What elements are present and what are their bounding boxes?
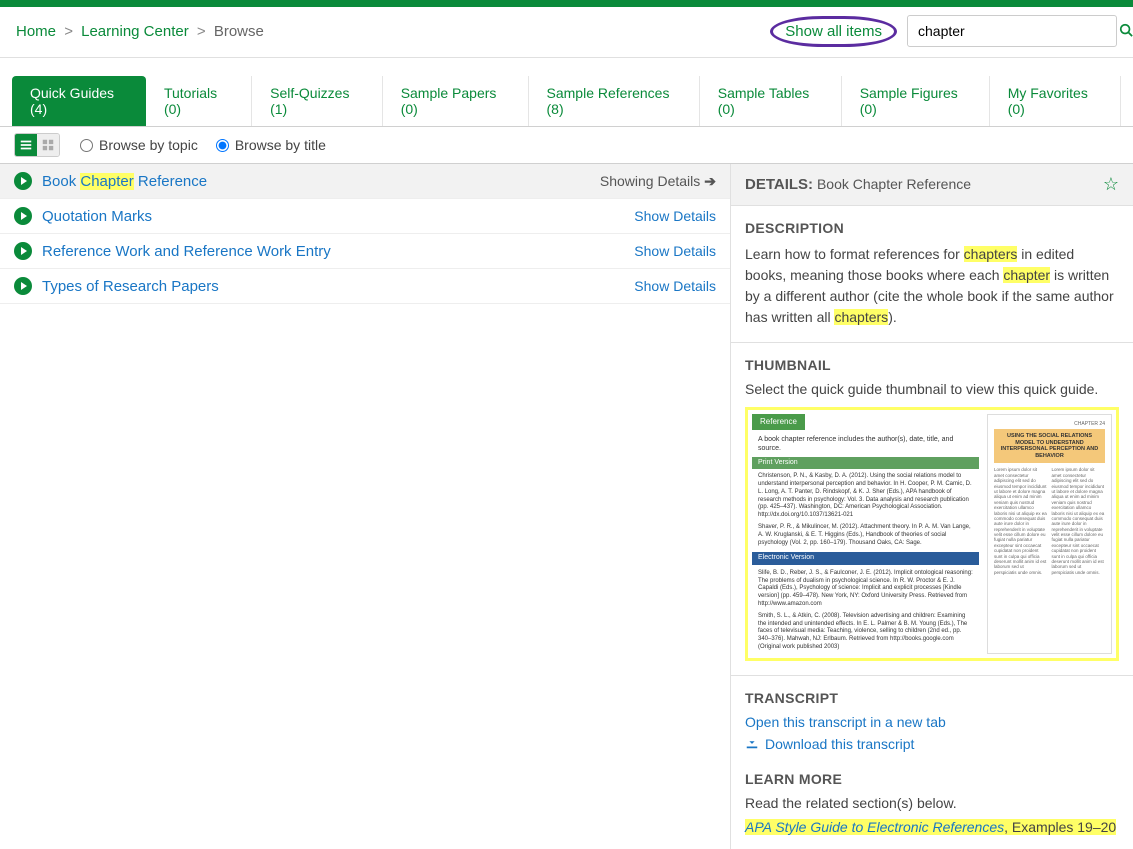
transcript-heading: TRANSCRIPT — [745, 690, 1119, 706]
list-view-icon[interactable] — [15, 134, 37, 156]
browse-by-title-label: Browse by title — [235, 137, 326, 153]
download-icon — [745, 736, 759, 753]
browse-by-title-radio[interactable]: Browse by title — [216, 137, 326, 153]
download-transcript-link[interactable]: Download this transcript — [765, 736, 914, 752]
show-details-link[interactable]: Show Details — [634, 278, 716, 294]
tab-quick-guides[interactable]: Quick Guides (4) — [12, 76, 146, 126]
title-highlight: Chapter — [80, 173, 133, 190]
item-title: Reference Work and Reference Work Entry — [42, 243, 331, 260]
description-section: DESCRIPTION Learn how to format referenc… — [731, 206, 1133, 343]
play-icon[interactable] — [14, 277, 32, 295]
description-text: Learn how to format references for chapt… — [745, 244, 1119, 328]
browse-mode-group: Browse by topic Browse by title — [80, 137, 326, 153]
breadcrumb: Home > Learning Center > Browse — [16, 23, 264, 40]
thumb-para: Shaver, P. R., & Mikulincer, M. (2012). … — [752, 522, 979, 549]
title-post: Reference — [134, 173, 207, 190]
search-box — [907, 15, 1117, 47]
description-heading: DESCRIPTION — [745, 220, 1119, 236]
tab-sample-references[interactable]: Sample References (8) — [529, 76, 700, 126]
details-panel: DETAILS: Book Chapter Reference ☆ DESCRI… — [730, 164, 1133, 849]
view-toggle — [14, 133, 60, 157]
breadcrumb-current: Browse — [214, 23, 264, 40]
arrow-right-icon: ➔ — [704, 173, 716, 190]
thumb-intro: A book chapter reference includes the au… — [752, 433, 979, 455]
list-item[interactable]: Types of Research Papers Show Details — [0, 269, 730, 304]
tab-sample-tables[interactable]: Sample Tables (0) — [700, 76, 842, 126]
transcript-section: TRANSCRIPT Open this transcript in a new… — [731, 676, 1133, 849]
favorite-star-icon[interactable]: ☆ — [1103, 174, 1119, 195]
show-details-link[interactable]: Show Details — [634, 243, 716, 259]
thumbnail-heading: THUMBNAIL — [745, 357, 1119, 373]
tab-my-favorites[interactable]: My Favorites (0) — [990, 76, 1121, 126]
thumb-print-bar: Print Version — [752, 457, 979, 469]
tab-tutorials[interactable]: Tutorials (0) — [146, 76, 252, 126]
content-area: Book Chapter Reference Showing Details ➔… — [0, 164, 1133, 849]
thumb-para: Smith, S. L., & Atkin, C. (2008). Televi… — [752, 611, 979, 654]
show-all-items-link[interactable]: Show all items — [770, 16, 897, 47]
item-title: Book Chapter Reference — [42, 173, 207, 190]
tab-sample-papers[interactable]: Sample Papers (0) — [383, 76, 529, 126]
thumbnail-image[interactable]: Reference A book chapter reference inclu… — [745, 407, 1119, 661]
thumb-right-page: CHAPTER 24 USING THE SOCIAL RELATIONS MO… — [987, 414, 1112, 654]
toolbar: Browse by topic Browse by title — [0, 127, 1133, 164]
grid-view-icon[interactable] — [37, 134, 59, 156]
browse-by-topic-label: Browse by topic — [99, 137, 198, 153]
learn-more-text: Read the related section(s) below. — [745, 795, 1119, 811]
tab-self-quizzes[interactable]: Self-Quizzes (1) — [252, 76, 383, 126]
list-item[interactable]: Reference Work and Reference Work Entry … — [0, 234, 730, 269]
details-title: Book Chapter Reference — [817, 176, 971, 192]
list-item[interactable]: Quotation Marks Show Details — [0, 199, 730, 234]
open-transcript-link[interactable]: Open this transcript in a new tab — [745, 714, 946, 730]
tab-sample-figures[interactable]: Sample Figures (0) — [842, 76, 990, 126]
details-label: DETAILS: — [745, 176, 813, 193]
thumbnail-caption: Select the quick guide thumbnail to view… — [745, 381, 1119, 397]
thumb-badge: Reference — [752, 414, 805, 430]
play-icon[interactable] — [14, 207, 32, 225]
list-item[interactable]: Book Chapter Reference Showing Details ➔ — [0, 164, 730, 199]
breadcrumb-sep: > — [64, 23, 73, 40]
breadcrumb-home[interactable]: Home — [16, 23, 56, 40]
breadcrumb-learning-center[interactable]: Learning Center — [81, 23, 189, 40]
details-header: DETAILS: Book Chapter Reference ☆ — [731, 164, 1133, 206]
browse-by-topic-radio[interactable]: Browse by topic — [80, 137, 198, 153]
thumb-para: Christenson, P. N., & Kasby, D. A. (2012… — [752, 471, 979, 522]
header-right: Show all items — [770, 15, 1117, 47]
play-icon[interactable] — [14, 242, 32, 260]
item-title: Types of Research Papers — [42, 278, 219, 295]
results-list: Book Chapter Reference Showing Details ➔… — [0, 164, 730, 849]
breadcrumb-sep: > — [197, 23, 206, 40]
learn-more-heading: LEARN MORE — [745, 771, 1119, 787]
show-details-link[interactable]: Show Details — [634, 208, 716, 224]
top-accent-bar — [0, 0, 1133, 7]
header: Home > Learning Center > Browse Show all… — [0, 7, 1133, 58]
item-title: Quotation Marks — [42, 208, 152, 225]
thumbnail-section: THUMBNAIL Select the quick guide thumbna… — [731, 343, 1133, 676]
thumb-electronic-bar: Electronic Version — [752, 552, 979, 564]
showing-details-label: Showing Details ➔ — [600, 173, 716, 190]
tabs: Quick Guides (4) Tutorials (0) Self-Quiz… — [0, 76, 1133, 127]
play-icon[interactable] — [14, 172, 32, 190]
title-pre: Book — [42, 173, 80, 190]
search-icon[interactable] — [1109, 23, 1133, 40]
thumb-para: Slife, B. D., Reber, J. S., & Faulconer,… — [752, 568, 979, 611]
search-input[interactable] — [908, 17, 1109, 45]
